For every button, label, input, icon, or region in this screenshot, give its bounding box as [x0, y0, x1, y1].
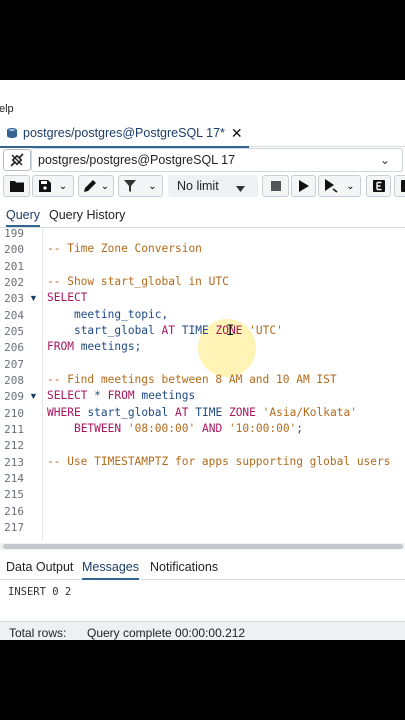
- execute-button[interactable]: [291, 175, 316, 197]
- line-number: 215: [4, 488, 24, 501]
- connection-bar: postgres/postgres@PostgreSQL 17 ⌄: [0, 147, 405, 172]
- menu-help[interactable]: elp: [0, 103, 14, 115]
- close-icon[interactable]: ✕: [231, 125, 243, 142]
- line-number: 214: [4, 472, 24, 485]
- chevron-down-icon[interactable]: ⌄: [101, 181, 109, 192]
- editor-tabs: Query Query History: [0, 205, 405, 228]
- connection-select[interactable]: postgres/postgres@PostgreSQL 17 ⌄: [31, 148, 403, 172]
- tab-notifications[interactable]: Notifications: [150, 560, 218, 574]
- filter-button[interactable]: ⌄: [118, 175, 163, 197]
- tab-query-editor[interactable]: postgres/postgres@PostgreSQL 17* ✕: [0, 120, 249, 148]
- sql-editor[interactable]: 199 200 201 202 203 204 205 206 207 208 …: [0, 228, 405, 540]
- total-rows-label: Total rows:: [9, 626, 67, 640]
- database-icon: [7, 128, 17, 138]
- line-number: 217: [4, 521, 24, 534]
- query-status: Query complete 00:00:00.212: [87, 626, 246, 640]
- line-number: 202: [4, 276, 24, 289]
- pgadmin-query-tool: elp postgres/postgres@PostgreSQL 17* ✕ p…: [0, 80, 405, 640]
- code-line: meeting_topic,: [73, 308, 169, 321]
- line-number: 207: [4, 358, 24, 371]
- chevron-down-icon: ⌄: [379, 153, 390, 167]
- query-toolbar: ⌄ ⌄ ⌄ No limit ⌄: [0, 175, 405, 199]
- tab-bar: postgres/postgres@PostgreSQL 17* ✕: [0, 120, 405, 148]
- code-line: SELECT: [47, 291, 88, 304]
- caret-down-icon: [236, 181, 245, 195]
- line-gutter: 199 200 201 202 203 204 205 206 207 208 …: [0, 228, 43, 540]
- edit-button[interactable]: ⌄: [78, 175, 114, 197]
- line-number: 208: [4, 374, 24, 387]
- open-file-button[interactable]: [3, 175, 30, 197]
- filter-icon: [124, 180, 137, 192]
- line-number: 204: [4, 309, 24, 322]
- execute-options-button[interactable]: ⌄: [318, 175, 361, 197]
- plug-icon: [10, 153, 24, 167]
- explain-icon: [372, 180, 385, 192]
- code-line: SELECT * FROM meetings: [47, 389, 196, 402]
- connection-status-button[interactable]: [3, 149, 31, 171]
- line-number: 206: [4, 341, 24, 354]
- tab-data-output[interactable]: Data Output: [6, 560, 73, 574]
- explain-analyze-button[interactable]: [394, 175, 405, 197]
- fold-chevron-icon[interactable]: ▼: [29, 391, 38, 401]
- code-line: BETWEEN '08:00:00' AND '10:00:00';: [73, 422, 304, 435]
- line-number: 203: [4, 292, 24, 305]
- chevron-down-icon[interactable]: ⌄: [346, 181, 354, 192]
- tab-query[interactable]: Query: [6, 208, 41, 227]
- code-line: -- Show start_global in UTC: [47, 275, 229, 288]
- fold-chevron-icon[interactable]: ▼: [29, 293, 38, 303]
- connection-value: postgres/postgres@PostgreSQL 17: [38, 153, 236, 167]
- horizontal-scrollbar[interactable]: [0, 543, 405, 550]
- code-line: -- Time Zone Conversion: [47, 242, 202, 255]
- line-number: 205: [4, 325, 24, 338]
- limit-value: No limit: [177, 179, 219, 193]
- line-number: 213: [4, 456, 24, 469]
- tab-query-history[interactable]: Query History: [49, 208, 125, 222]
- tab-title: postgres/postgres@PostgreSQL 17*: [23, 126, 225, 140]
- tab-messages[interactable]: Messages: [82, 560, 139, 580]
- chevron-down-icon[interactable]: ⌄: [148, 181, 156, 192]
- scrollbar-thumb[interactable]: [3, 544, 403, 549]
- code-line: start_global AT TIME ZONE 'UTC': [73, 324, 283, 337]
- save-button[interactable]: ⌄: [32, 175, 74, 197]
- line-number: 216: [4, 505, 24, 518]
- play-options-icon: [325, 179, 338, 193]
- pencil-icon: [83, 180, 96, 192]
- code-line: FROM meetings;: [47, 340, 142, 353]
- output-tabs: Data Output Messages Notifications: [0, 555, 405, 580]
- folder-icon: [9, 181, 24, 192]
- line-number: 209: [4, 390, 24, 403]
- explain-button[interactable]: [366, 175, 391, 197]
- line-number: 200: [4, 243, 24, 256]
- line-number: 212: [4, 439, 24, 452]
- code-line: -- Use TIMESTAMPTZ for apps supporting g…: [47, 455, 391, 468]
- play-icon: [298, 180, 309, 192]
- menu-bar: elp: [0, 80, 405, 120]
- line-number: 199: [4, 228, 24, 240]
- chevron-down-icon[interactable]: ⌄: [59, 181, 67, 192]
- code-line: WHERE start_global AT TIME ZONE 'Asia/Ko…: [47, 406, 357, 419]
- code-line: -- Find meetings between 8 AM and 10 AM …: [47, 373, 337, 386]
- messages-output: INSERT 0 2: [8, 586, 72, 598]
- line-number: 211: [4, 423, 24, 436]
- text-cursor-icon: I: [226, 323, 235, 339]
- line-number: 210: [4, 407, 24, 420]
- line-number: 201: [4, 260, 24, 273]
- limit-select[interactable]: No limit: [168, 175, 258, 197]
- stop-button[interactable]: [262, 175, 289, 197]
- status-bar: Total rows: Query complete 00:00:00.212: [0, 621, 405, 640]
- stop-icon: [270, 181, 281, 191]
- explain-analyze-icon: [400, 180, 405, 192]
- save-icon: [38, 180, 51, 192]
